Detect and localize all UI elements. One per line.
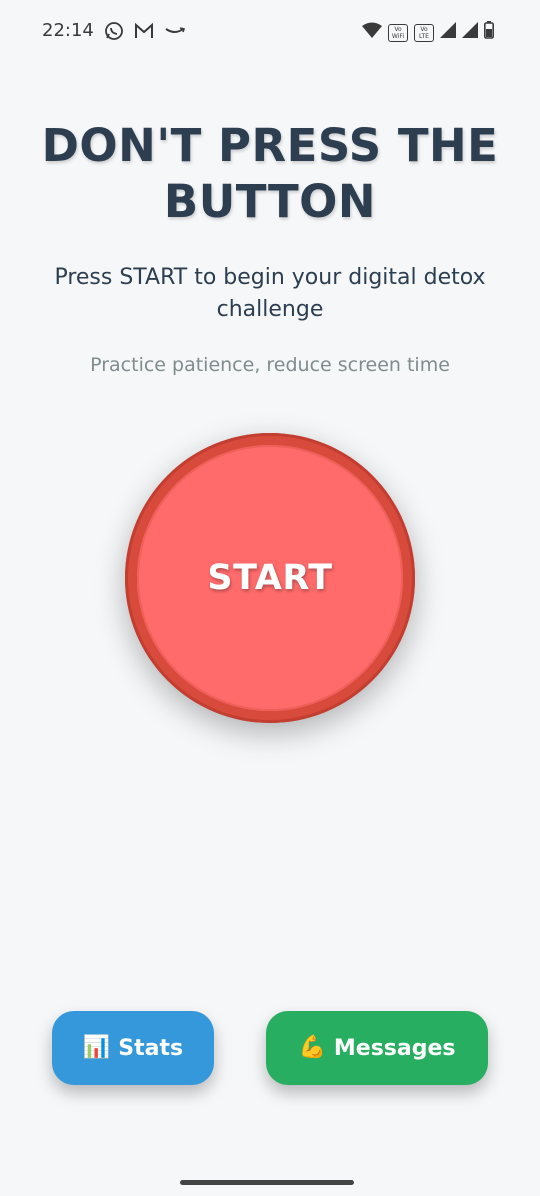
flexed-biceps-icon: 💪 (298, 1035, 326, 1060)
volte-badge: Vo LTE (414, 23, 434, 42)
page-title-line2: BUTTON (163, 175, 377, 228)
signal-icon (440, 22, 456, 43)
start-button-face[interactable]: START (137, 445, 403, 711)
amazon-icon (164, 24, 186, 43)
stats-button[interactable]: 📊 Stats (52, 1011, 214, 1085)
system-icons: Vo WiFi Vo LTE (362, 21, 494, 44)
gmail-icon (134, 22, 154, 45)
stats-button-label: Stats (118, 1035, 184, 1061)
battery-icon (484, 21, 494, 44)
page-title: DON'T PRESS THE BUTTON (0, 118, 540, 230)
messages-button-label: Messages (333, 1035, 456, 1061)
start-button[interactable]: START (125, 433, 415, 723)
messages-button[interactable]: 💪 Messages (266, 1011, 488, 1085)
signal-icon-2 (462, 22, 478, 43)
page-title-line1: DON'T PRESS THE (41, 119, 499, 172)
gesture-nav-handle[interactable] (180, 1180, 354, 1185)
subtitle: Press START to begin your digital detox … (54, 265, 486, 322)
notification-icons (104, 21, 186, 46)
whatsapp-icon (104, 21, 124, 46)
tagline: Practice patience, reduce screen time (90, 354, 450, 376)
vowifi-badge: Vo WiFi (388, 23, 408, 42)
start-button-label: START (207, 558, 333, 598)
status-bar: 22:14 Vo WiFi Vo LTE (0, 0, 540, 62)
wifi-icon (362, 22, 382, 43)
bar-chart-icon: 📊 (82, 1035, 111, 1060)
status-time: 22:14 (42, 20, 94, 41)
